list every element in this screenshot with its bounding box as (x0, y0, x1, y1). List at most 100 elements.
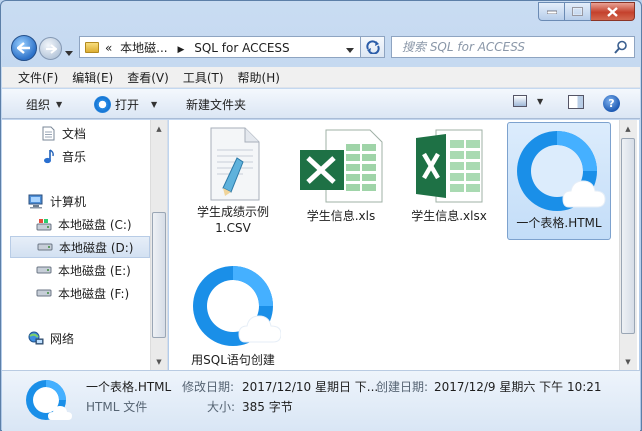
file-name: 学生信息.xlsx (411, 209, 487, 223)
arrow-right-icon (45, 43, 57, 54)
menu-bar: 文件(F) 编辑(E) 查看(V) 工具(T) 帮助(H) (2, 67, 640, 88)
details-modified-label: 修改日期: (182, 380, 235, 394)
close-button[interactable] (591, 2, 635, 21)
details-created-label: 创建日期: (376, 380, 429, 394)
recent-pages-dropdown[interactable] (65, 45, 73, 59)
maximize-icon (572, 7, 583, 16)
menu-view[interactable]: 查看(V) (120, 69, 176, 86)
navigation-pane: 文档 音乐 计算机 本地磁盘 (C:) 本地磁盘 (D:) 本地磁盘 (E:) … (2, 120, 168, 370)
nav-item-label: 本地磁盘 (F:) (58, 286, 130, 301)
nav-item-drive-d[interactable]: 本地磁盘 (D:) (10, 236, 150, 258)
nav-item-label: 本地磁盘 (E:) (58, 263, 131, 278)
command-bar: 组织 ▼ 打开 ▼ 新建文件夹 ▼ ? (2, 89, 640, 119)
menu-help[interactable]: 帮助(H) (231, 69, 287, 86)
back-button[interactable] (11, 35, 37, 61)
search-input[interactable] (402, 40, 602, 54)
nav-item-label: 本地磁盘 (D:) (59, 240, 134, 255)
nav-item-drive-e[interactable]: 本地磁盘 (E:) (36, 259, 148, 281)
nav-item-network[interactable]: 网络 (28, 327, 128, 349)
chevron-down-icon (346, 48, 354, 53)
scroll-up-button[interactable]: ▲ (620, 120, 636, 137)
nav-item-drive-c[interactable]: 本地磁盘 (C:) (36, 213, 148, 235)
network-icon (28, 330, 44, 346)
minimize-button[interactable] (538, 2, 565, 21)
document-icon (40, 125, 56, 141)
help-icon: ? (603, 95, 620, 112)
change-view-button[interactable]: ▼ (513, 95, 543, 107)
excel-icon (416, 129, 483, 203)
address-bar[interactable]: « 本地磁... ▶ SQL for ACCESS (79, 36, 361, 58)
nav-item-drive-f[interactable]: 本地磁盘 (F:) (36, 282, 148, 304)
menu-file[interactable]: 文件(F) (2, 69, 65, 86)
open-label: 打开 (115, 98, 140, 112)
refresh-button[interactable] (361, 36, 385, 58)
details-size-label: 大小: (207, 400, 236, 414)
file-name: 一个表格.HTML (516, 216, 602, 230)
breadcrumb-overflow[interactable]: « (105, 41, 112, 55)
maximize-button[interactable] (565, 2, 591, 21)
new-folder-label: 新建文件夹 (186, 98, 247, 112)
system-drive-icon (36, 216, 52, 232)
breadcrumb-separator-icon[interactable]: ▶ (177, 45, 184, 55)
chevron-down-icon: ▼ (537, 96, 544, 106)
breadcrumb-item-drive[interactable]: 本地磁... (120, 41, 167, 55)
details-file-name: 一个表格.HTML (86, 380, 172, 394)
menu-edit[interactable]: 编辑(E) (65, 69, 120, 86)
organize-button[interactable]: 组织 ▼ (26, 96, 62, 113)
excel-icon (300, 129, 383, 203)
scroll-down-button[interactable]: ▼ (151, 353, 167, 370)
scroll-thumb[interactable] (152, 212, 166, 338)
nav-item-documents[interactable]: 文档 (40, 122, 140, 144)
file-name: 学生成绩示例 1.CSV (196, 205, 269, 235)
help-button[interactable]: ? (603, 95, 620, 112)
forward-button[interactable] (39, 37, 62, 60)
details-created-value: 2017/12/9 星期六 下午 10:21 (434, 380, 602, 394)
qq-browser-icon (517, 131, 606, 211)
address-dropdown[interactable] (346, 42, 354, 56)
search-box[interactable] (391, 36, 635, 58)
file-name: 用SQL语句创建 (191, 353, 275, 367)
organize-label: 组织 (26, 98, 51, 112)
nav-scrollbar[interactable]: ▲ ▼ (150, 120, 167, 370)
file-list: 学生成绩示例 1.CSV 学生信息.xls 学生信息.xlsx 一个表格.HTM… (169, 120, 639, 370)
qq-browser-icon (193, 266, 281, 346)
nav-item-label: 计算机 (50, 194, 87, 209)
nav-item-label: 本地磁盘 (C:) (58, 217, 132, 232)
file-item[interactable]: 学生信息.xlsx (399, 126, 499, 224)
folder-icon (85, 41, 99, 53)
browser-icon (94, 96, 111, 113)
file-item-selected[interactable]: 一个表格.HTML (507, 122, 611, 240)
scroll-thumb[interactable] (621, 138, 635, 334)
search-icon[interactable] (614, 40, 628, 57)
file-list-scrollbar[interactable]: ▲ ▼ (619, 120, 637, 370)
chevron-down-icon: ▼ (151, 100, 158, 109)
computer-icon (28, 193, 44, 209)
qq-browser-icon (26, 380, 72, 420)
minimize-icon (546, 10, 557, 14)
music-icon (40, 148, 56, 164)
scroll-down-button[interactable]: ▼ (620, 353, 636, 370)
nav-item-label: 音乐 (62, 149, 87, 164)
drive-icon (36, 262, 52, 278)
nav-item-label: 网络 (50, 331, 75, 346)
file-item[interactable]: 学生成绩示例 1.CSV (183, 126, 283, 236)
drive-icon (36, 285, 52, 301)
details-pane: 一个表格.HTML HTML 文件 修改日期: 2017/12/10 星期日 下… (2, 370, 640, 431)
preview-pane-icon (568, 95, 584, 109)
nav-item-computer[interactable]: 计算机 (28, 190, 138, 212)
breadcrumb-item-folder[interactable]: SQL for ACCESS (194, 41, 289, 55)
open-button[interactable]: 打开 ▼ (94, 96, 157, 113)
chevron-down-icon (65, 51, 73, 56)
chevron-down-icon: ▼ (56, 100, 63, 109)
nav-item-music[interactable]: 音乐 (40, 145, 140, 167)
file-item[interactable]: 学生信息.xls (291, 126, 391, 224)
menu-tools[interactable]: 工具(T) (176, 69, 231, 86)
file-item[interactable]: 用SQL语句创建 (183, 260, 283, 368)
drive-icon (37, 239, 53, 255)
text-file-icon (210, 127, 260, 201)
scroll-up-button[interactable]: ▲ (151, 120, 167, 137)
details-size-value: 385 字节 (242, 400, 293, 414)
view-icon (513, 95, 527, 107)
new-folder-button[interactable]: 新建文件夹 (186, 96, 246, 113)
preview-pane-button[interactable] (568, 95, 584, 109)
